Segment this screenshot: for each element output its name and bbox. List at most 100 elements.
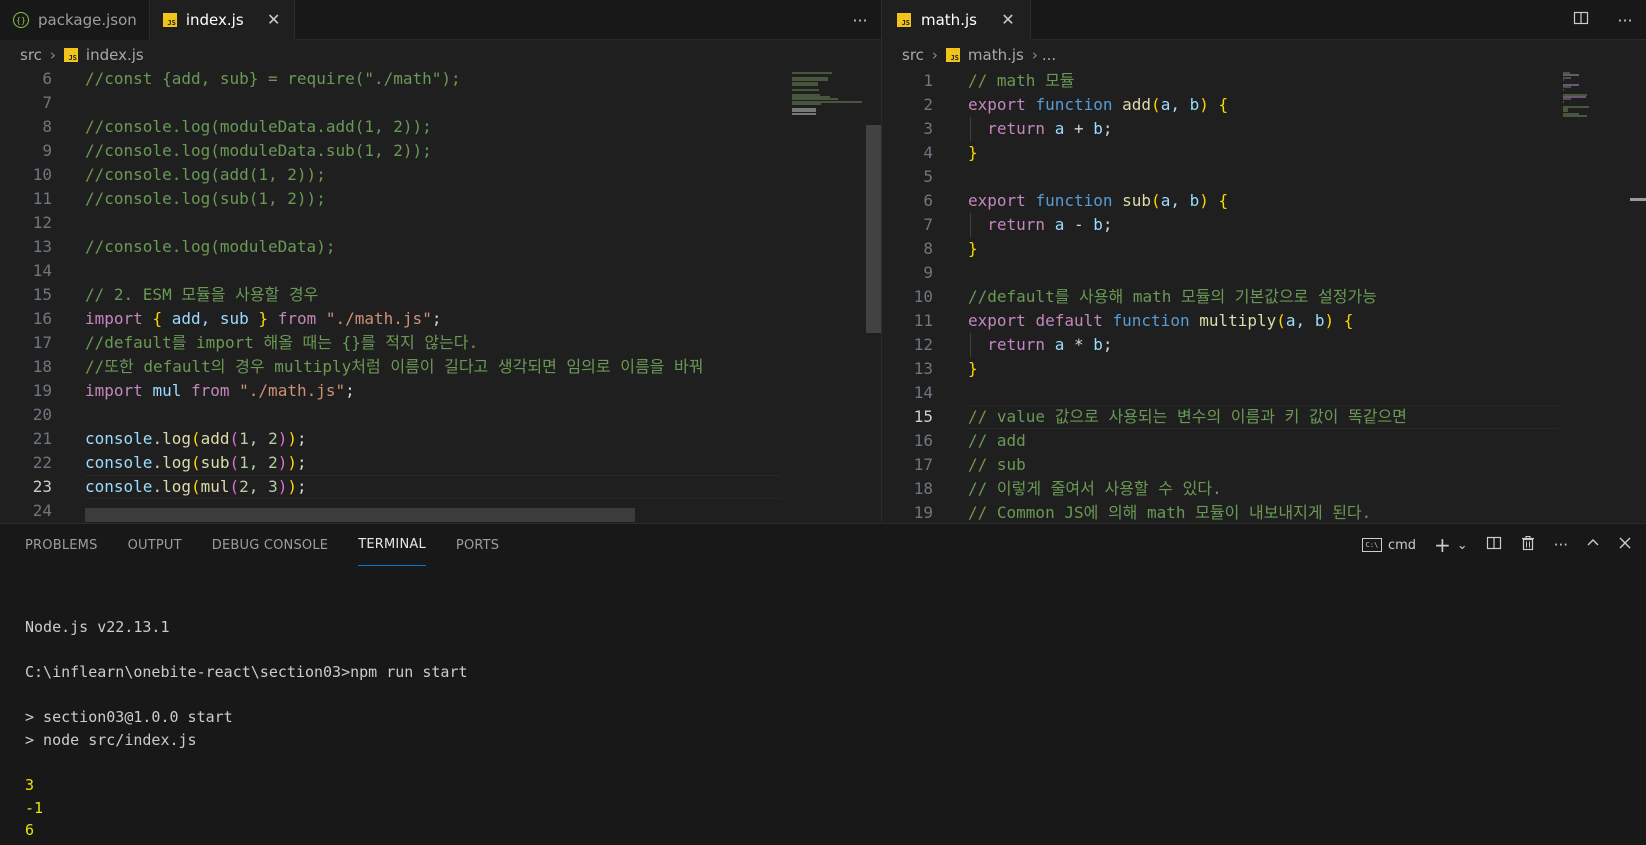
horizontal-scrollbar[interactable] xyxy=(85,508,635,522)
line-number: 10 xyxy=(913,287,933,306)
line-number: 18 xyxy=(32,357,52,376)
code-line: 17 // sub xyxy=(883,453,1646,477)
minimap[interactable] xyxy=(1561,69,1641,522)
close-icon[interactable]: ✕ xyxy=(999,10,1017,29)
line-number: 15 xyxy=(913,407,933,426)
left-tabbar: {} package.json JS index.js ✕ ··· xyxy=(0,0,881,40)
line-text: // value 값으로 사용되는 변수의 이름과 키 값이 똑같으면 xyxy=(968,407,1407,426)
code-editor[interactable]: 6 //const {add, sub} = require("./math");… xyxy=(0,69,881,522)
trash-icon[interactable] xyxy=(1520,535,1536,555)
minimap-line xyxy=(792,88,819,91)
line-number: 9 xyxy=(42,141,52,160)
line-text: console.log(mul(2, 3)); xyxy=(85,477,307,496)
tab-package-json[interactable]: {} package.json xyxy=(0,0,150,40)
chevron-down-icon[interactable]: ⌄ xyxy=(1457,538,1468,553)
terminal-profile[interactable]: C:\ cmd xyxy=(1361,538,1416,553)
terminal-line: > node src/index.js xyxy=(25,731,197,749)
close-icon[interactable]: ✕ xyxy=(266,10,282,29)
right-tabbar: JS math.js ✕ ··· xyxy=(883,0,1646,40)
minimap-line xyxy=(792,84,818,86)
code-line: 18 // 이렇게 줄여서 사용할 수 있다. xyxy=(883,477,1646,501)
json-file-icon: {} xyxy=(12,11,30,29)
code-line: 11 export default function multiply(a, b)… xyxy=(883,309,1646,333)
breadcrumb-more[interactable]: ... xyxy=(1042,46,1056,64)
chevron-right-icon: › xyxy=(931,46,938,64)
code-editor[interactable]: 1 // math 모듈 2 export function add(a, b) {3… xyxy=(883,69,1646,522)
line-number: 15 xyxy=(32,285,52,304)
left-editor-group: {} package.json JS index.js ✕ ··· src › … xyxy=(0,0,882,522)
terminal-icon: C:\ xyxy=(1361,538,1382,552)
chevron-up-icon[interactable] xyxy=(1586,536,1600,554)
line-number: 3 xyxy=(923,119,933,138)
tab-terminal[interactable]: TERMINAL xyxy=(358,524,426,566)
breadcrumb-folder[interactable]: src xyxy=(902,46,924,64)
bottom-panel: PROBLEMS OUTPUT DEBUG CONSOLE TERMINAL PORTS… xyxy=(0,523,1646,845)
line-text: return a - b; xyxy=(987,215,1113,234)
code-line: 16 import { add, sub } from "./math.js"; xyxy=(0,307,881,331)
line-text: //console.log(moduleData); xyxy=(85,237,336,256)
js-file-icon: JS xyxy=(945,48,960,62)
minimap[interactable] xyxy=(790,69,870,522)
line-number: 16 xyxy=(32,309,52,328)
tab-problems[interactable]: PROBLEMS xyxy=(25,524,98,566)
vertical-scrollbar[interactable] xyxy=(866,125,881,333)
split-icon[interactable] xyxy=(1486,535,1502,555)
tab-math-js[interactable]: JS math.js ✕ xyxy=(883,0,1031,40)
line-number: 23 xyxy=(32,477,52,496)
line-number: 20 xyxy=(32,405,52,424)
line-text: // add xyxy=(968,431,1026,450)
line-number: 14 xyxy=(32,261,52,280)
line-number: 17 xyxy=(32,333,52,352)
line-text: export default function multiply(a, b) { xyxy=(968,311,1354,330)
left-tab-actions: ··· xyxy=(849,0,871,40)
breadcrumb-file[interactable]: math.js xyxy=(968,46,1024,64)
line-number: 12 xyxy=(32,213,52,232)
code-line: 16 // add xyxy=(883,429,1646,453)
tab-index-js[interactable]: JS index.js ✕ xyxy=(149,0,295,40)
code-line: 10 //console.log(add(1, 2)); xyxy=(0,163,881,187)
close-icon[interactable] xyxy=(1618,536,1632,554)
code-line: 18 //또한 default의 경우 multiply처럼 이름이 길다고 생각… xyxy=(0,355,881,379)
code-line: 1 // math 모듈 xyxy=(883,69,1646,93)
line-number: 7 xyxy=(923,215,933,234)
line-number: 21 xyxy=(32,429,52,448)
plus-icon[interactable]: + xyxy=(1434,533,1451,557)
line-number: 18 xyxy=(913,479,933,498)
line-text: // 2. ESM 모듈을 사용할 경우 xyxy=(85,285,319,304)
line-text: } xyxy=(968,239,978,258)
split-editor-icon[interactable] xyxy=(1570,10,1592,30)
tab-ports[interactable]: PORTS xyxy=(456,524,499,566)
line-number: 11 xyxy=(913,311,933,330)
minimap-line xyxy=(1563,76,1572,79)
minimap-line xyxy=(792,112,816,115)
vscode-window: {} package.json JS index.js ✕ ··· src › … xyxy=(0,0,1646,845)
terminal-output[interactable]: Node.js v22.13.1 C:\inflearn\onebite-reac… xyxy=(25,566,1646,845)
code-line: 12 return a * b; xyxy=(883,333,1646,357)
line-number: 22 xyxy=(32,453,52,472)
more-actions-icon[interactable]: ··· xyxy=(1554,536,1568,554)
line-text: //console.log(moduleData.add(1, 2)); xyxy=(85,117,432,136)
line-text: //console.log(add(1, 2)); xyxy=(85,165,326,184)
tab-debug-console[interactable]: DEBUG CONSOLE xyxy=(212,524,328,566)
minimap-line xyxy=(1563,100,1565,103)
tab-output[interactable]: OUTPUT xyxy=(128,524,182,566)
line-text: //default를 import 해올 때는 {}를 적지 않는다. xyxy=(85,333,479,352)
code-line: 11 //console.log(sub(1, 2)); xyxy=(0,187,881,211)
terminal-line: Node.js v22.13.1 xyxy=(25,618,170,636)
more-actions-icon[interactable]: ··· xyxy=(849,11,871,30)
breadcrumb-folder[interactable]: src xyxy=(20,46,42,64)
vertical-scrollbar[interactable] xyxy=(1630,198,1646,201)
line-number: 13 xyxy=(32,237,52,256)
breadcrumb: src › JS math.js › ... xyxy=(883,41,1646,69)
code-line: 9 //console.log(moduleData.sub(1, 2)); xyxy=(0,139,881,163)
js-file-icon: JS xyxy=(162,11,178,29)
line-text: //default를 사용해 math 모듈의 기본값으로 설정가능 xyxy=(968,287,1377,306)
line-text: //console.log(moduleData.sub(1, 2)); xyxy=(85,141,432,160)
more-actions-icon[interactable]: ··· xyxy=(1614,11,1636,30)
breadcrumb-file[interactable]: index.js xyxy=(86,46,144,64)
line-number: 16 xyxy=(913,431,933,450)
line-number: 5 xyxy=(923,167,933,186)
panel-actions: C:\ cmd + ⌄ ··· xyxy=(1361,524,1632,566)
js-file-icon: JS xyxy=(63,48,78,62)
line-text: //또한 default의 경우 multiply처럼 이름이 길다고 생각되면… xyxy=(85,357,704,376)
